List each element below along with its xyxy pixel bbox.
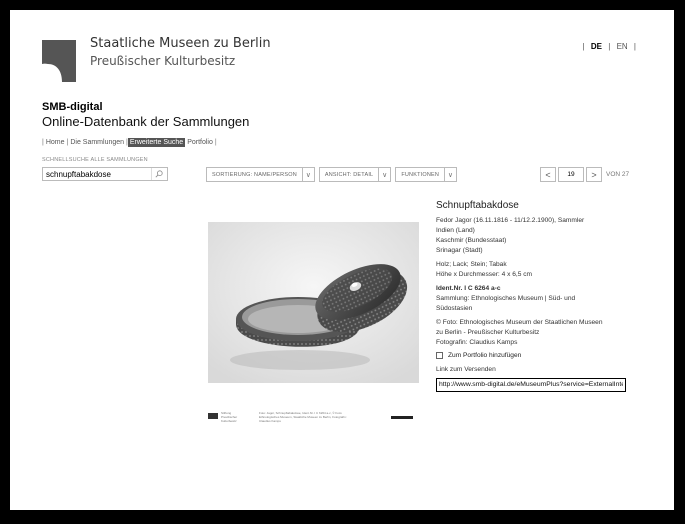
lang-en-link[interactable]: EN — [617, 42, 628, 51]
main-nav: | Home | Die Sammlungen | Erweiterte Suc… — [42, 138, 217, 147]
detail-line: Kaschmir (Bundesstaat) — [436, 237, 507, 244]
sort-label: SORTIERUNG: NAME/PERSON — [212, 171, 297, 178]
lang-separator: | — [608, 42, 611, 51]
share-link-input[interactable] — [436, 377, 626, 392]
pager: < > VON 27 — [540, 167, 629, 182]
quicksearch-box — [42, 167, 168, 181]
detail-line: Fotografin: Claudius Kamps — [436, 339, 518, 346]
caption-logo-text: Stiftung Preußischer Kulturbesitz — [221, 411, 238, 423]
nav-portfolio[interactable]: Portfolio — [185, 138, 215, 147]
chevron-down-icon[interactable]: ∨ — [301, 168, 314, 181]
smb-logo-icon[interactable] — [42, 40, 76, 82]
nav-home[interactable]: Home — [44, 138, 67, 147]
share-link-label: Link zum Versenden — [436, 366, 496, 373]
detail-line: Südostasien — [436, 305, 473, 312]
site-subtitle: Online-Datenbank der Sammlungen — [42, 114, 250, 129]
portfolio-label: Zum Portfolio hinzufügen — [448, 352, 522, 359]
object-image[interactable] — [208, 222, 419, 383]
lang-separator: | — [582, 42, 585, 51]
detail-line: © Foto: Ethnologisches Museum der Staatl… — [436, 319, 603, 326]
lang-de-link[interactable]: DE — [591, 42, 602, 51]
quicksearch-label: SCHNELLSUCHE ALLE SAMMLUNGEN — [42, 157, 148, 163]
view-dropdown[interactable]: ANSICHT: DETAIL ∨ — [318, 167, 392, 182]
chevron-down-icon[interactable]: ∨ — [444, 168, 456, 181]
nav-collections[interactable]: Die Sammlungen — [68, 138, 126, 147]
page-frame: Staatliche Museen zu Berlin Preußischer … — [10, 10, 674, 510]
add-to-portfolio[interactable]: Zum Portfolio hinzufügen — [436, 352, 636, 359]
detail-line: zu Berlin - Preußischer Kulturbesitz — [436, 329, 540, 336]
detail-line: Fedor Jagor (16.11.1816 - 11/12.2.1900),… — [436, 217, 585, 224]
portfolio-checkbox[interactable] — [436, 352, 443, 359]
next-page-button[interactable]: > — [586, 167, 602, 182]
object-title: Schnupftabakdose — [436, 200, 519, 211]
detail-line: Sammlung: Ethnologisches Museum | Süd- u… — [436, 295, 576, 302]
quicksearch-input[interactable] — [43, 169, 151, 179]
functions-dropdown[interactable]: FUNKTIONEN ∨ — [395, 167, 458, 182]
detail-line: Indien (Land) — [436, 227, 475, 234]
functions-label: FUNKTIONEN — [401, 171, 440, 178]
detail-line: Höhe x Durchmesser: 4 x 6,5 cm — [436, 271, 533, 278]
language-switch: | DE | EN | — [581, 42, 638, 51]
brand-name: Staatliche Museen zu Berlin — [90, 36, 271, 51]
page-total: VON 27 — [606, 171, 630, 178]
object-details: Schnupftabakdose Fedor Jagor (16.11.1816… — [436, 200, 636, 392]
caption-text: Foto: Jagor, Schnupftabakdose, Ident.Nr.… — [259, 411, 347, 423]
sort-dropdown[interactable]: SORTIERUNG: NAME/PERSON ∨ — [206, 167, 315, 182]
ident-number: Ident.Nr. I C 6264 a-c — [436, 285, 501, 292]
prev-page-button[interactable]: < — [540, 167, 556, 182]
page-number-input[interactable] — [558, 167, 584, 182]
brand-subtitle: Preußischer Kulturbesitz — [90, 54, 236, 68]
lang-separator: | — [633, 42, 636, 51]
detail-line: Srinagar (Stadt) — [436, 247, 483, 254]
search-icon[interactable] — [151, 168, 165, 180]
nav-advanced-search[interactable]: Erweiterte Suche — [127, 138, 186, 147]
site-title: SMB-digital — [42, 101, 103, 113]
detail-line: Holz; Lack; Stein; Tabak — [436, 261, 507, 268]
view-label: ANSICHT: DETAIL — [324, 171, 374, 178]
barcode-icon — [391, 416, 413, 419]
results-toolbar: SORTIERUNG: NAME/PERSON ∨ ANSICHT: DETAI… — [206, 167, 458, 182]
nav-separator: | — [214, 139, 217, 146]
chevron-down-icon[interactable]: ∨ — [378, 168, 390, 181]
spk-logo-icon — [208, 413, 218, 419]
image-caption: Stiftung Preußischer Kulturbesitz Foto: … — [208, 408, 419, 428]
